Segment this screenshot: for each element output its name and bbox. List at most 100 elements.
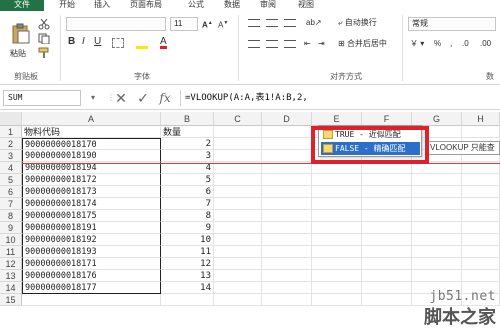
cell-empty[interactable] bbox=[312, 174, 362, 186]
decrease-decimal-icon[interactable]: .00 bbox=[480, 39, 491, 49]
italic-icon[interactable]: I bbox=[82, 37, 85, 47]
cell-b[interactable]: 13 bbox=[161, 270, 214, 282]
row-header[interactable]: 7 bbox=[0, 198, 22, 210]
cell-empty[interactable] bbox=[312, 294, 362, 306]
shrink-font-icon[interactable]: A▼ bbox=[218, 18, 228, 31]
cell-empty[interactable] bbox=[412, 258, 462, 270]
border-icon[interactable] bbox=[112, 38, 124, 48]
insert-function-icon[interactable]: fx bbox=[156, 89, 174, 107]
cell-empty[interactable] bbox=[214, 150, 262, 162]
row-header[interactable]: 14 bbox=[0, 282, 22, 294]
cell-empty[interactable] bbox=[362, 198, 412, 210]
cell-empty[interactable] bbox=[462, 126, 500, 138]
cell-empty[interactable] bbox=[462, 246, 500, 258]
cell-empty[interactable] bbox=[412, 222, 462, 234]
cell-empty[interactable] bbox=[262, 150, 312, 162]
cell-empty[interactable] bbox=[362, 234, 412, 246]
cell-empty[interactable] bbox=[462, 234, 500, 246]
cell-empty[interactable] bbox=[262, 186, 312, 198]
row-header[interactable]: 4 bbox=[0, 162, 22, 174]
cell-a[interactable]: 物料代码 bbox=[22, 126, 161, 138]
cell-empty[interactable] bbox=[412, 234, 462, 246]
row-header[interactable]: 15 bbox=[0, 294, 22, 306]
cell-empty[interactable] bbox=[362, 294, 412, 306]
percent-icon[interactable]: % bbox=[434, 39, 441, 49]
bold-icon[interactable]: B bbox=[68, 37, 75, 47]
currency-icon[interactable]: ￥ ▾ bbox=[410, 39, 424, 49]
cell-empty[interactable] bbox=[362, 270, 412, 282]
column-header[interactable]: A bbox=[22, 112, 161, 126]
cell-b[interactable]: 14 bbox=[161, 282, 214, 294]
bottom-align-icon[interactable] bbox=[284, 19, 296, 27]
name-box-dropdown-icon[interactable]: ▾ bbox=[84, 89, 102, 107]
cell-b[interactable]: 9 bbox=[161, 222, 214, 234]
cell-empty[interactable] bbox=[312, 222, 362, 234]
cell-empty[interactable] bbox=[462, 222, 500, 234]
cell-b[interactable]: 11 bbox=[161, 246, 214, 258]
row-header[interactable]: 8 bbox=[0, 210, 22, 222]
cell-empty[interactable] bbox=[312, 270, 362, 282]
cell-empty[interactable] bbox=[262, 258, 312, 270]
cell-b[interactable]: 6 bbox=[161, 186, 214, 198]
cell-empty[interactable] bbox=[214, 282, 262, 294]
row-header[interactable]: 10 bbox=[0, 234, 22, 246]
cell-b[interactable]: 2 bbox=[161, 138, 214, 150]
cell-b[interactable]: 12 bbox=[161, 258, 214, 270]
tab-file[interactable]: 文件 bbox=[0, 0, 44, 11]
cell-empty[interactable] bbox=[262, 294, 312, 306]
cell-empty[interactable] bbox=[262, 138, 312, 150]
column-header[interactable]: G bbox=[412, 112, 462, 126]
cell-empty[interactable] bbox=[214, 246, 262, 258]
font-name-select[interactable] bbox=[66, 17, 166, 31]
cell-b[interactable]: 10 bbox=[161, 234, 214, 246]
formula-input[interactable]: =VLOOKUP(A:A,表1!A:B,2, bbox=[180, 90, 500, 106]
cell-empty[interactable] bbox=[462, 270, 500, 282]
cell-empty[interactable] bbox=[214, 222, 262, 234]
cell-a[interactable]: 90000000018176 bbox=[22, 270, 161, 282]
cell-empty[interactable] bbox=[362, 258, 412, 270]
tab-review[interactable]: 审阅 bbox=[258, 0, 278, 11]
merge-center-button[interactable]: ⊞ 合并后居中 bbox=[338, 39, 387, 49]
align-left-icon[interactable] bbox=[248, 40, 260, 48]
cell-empty[interactable] bbox=[412, 174, 462, 186]
paste-button[interactable]: 粘贴 bbox=[8, 23, 34, 61]
cell-empty[interactable] bbox=[262, 222, 312, 234]
cell-empty[interactable] bbox=[362, 282, 412, 294]
cell-a[interactable]: 90000000018172 bbox=[22, 174, 161, 186]
cell-b[interactable]: 7 bbox=[161, 198, 214, 210]
cell-empty[interactable] bbox=[312, 258, 362, 270]
increase-indent-icon[interactable]: ⇥ bbox=[318, 39, 325, 49]
cell-a[interactable]: 90000000018190 bbox=[22, 150, 161, 162]
cell-empty[interactable] bbox=[214, 234, 262, 246]
cell-empty[interactable] bbox=[214, 186, 262, 198]
cell-empty[interactable] bbox=[462, 186, 500, 198]
cell-empty[interactable] bbox=[262, 234, 312, 246]
cell-a[interactable]: 90000000018173 bbox=[22, 186, 161, 198]
decrease-indent-icon[interactable]: ⇤ bbox=[304, 39, 311, 49]
cell-empty[interactable] bbox=[312, 198, 362, 210]
column-header[interactable]: B bbox=[161, 112, 214, 126]
row-header[interactable]: 12 bbox=[0, 258, 22, 270]
cell-b[interactable]: 3 bbox=[161, 150, 214, 162]
cell-a[interactable] bbox=[22, 294, 161, 306]
column-header[interactable]: H bbox=[462, 112, 500, 126]
column-header[interactable]: E bbox=[312, 112, 362, 126]
cell-empty[interactable] bbox=[262, 198, 312, 210]
number-format-select[interactable]: 常规 bbox=[408, 17, 496, 31]
tab-page-layout[interactable]: 页面布局 bbox=[128, 0, 164, 11]
row-header[interactable]: 11 bbox=[0, 246, 22, 258]
align-center-icon[interactable] bbox=[266, 40, 278, 48]
cell-b[interactable]: 5 bbox=[161, 174, 214, 186]
format-painter-button[interactable] bbox=[38, 47, 50, 58]
tab-data[interactable]: 数据 bbox=[222, 0, 242, 11]
row-header[interactable]: 6 bbox=[0, 186, 22, 198]
cell-empty[interactable] bbox=[362, 174, 412, 186]
cell-empty[interactable] bbox=[262, 282, 312, 294]
cell-empty[interactable] bbox=[214, 174, 262, 186]
cell-empty[interactable] bbox=[462, 198, 500, 210]
cell-empty[interactable] bbox=[412, 270, 462, 282]
cell-a[interactable]: 90000000018171 bbox=[22, 258, 161, 270]
cell-empty[interactable] bbox=[312, 246, 362, 258]
cell-empty[interactable] bbox=[262, 210, 312, 222]
row-header[interactable]: 9 bbox=[0, 222, 22, 234]
